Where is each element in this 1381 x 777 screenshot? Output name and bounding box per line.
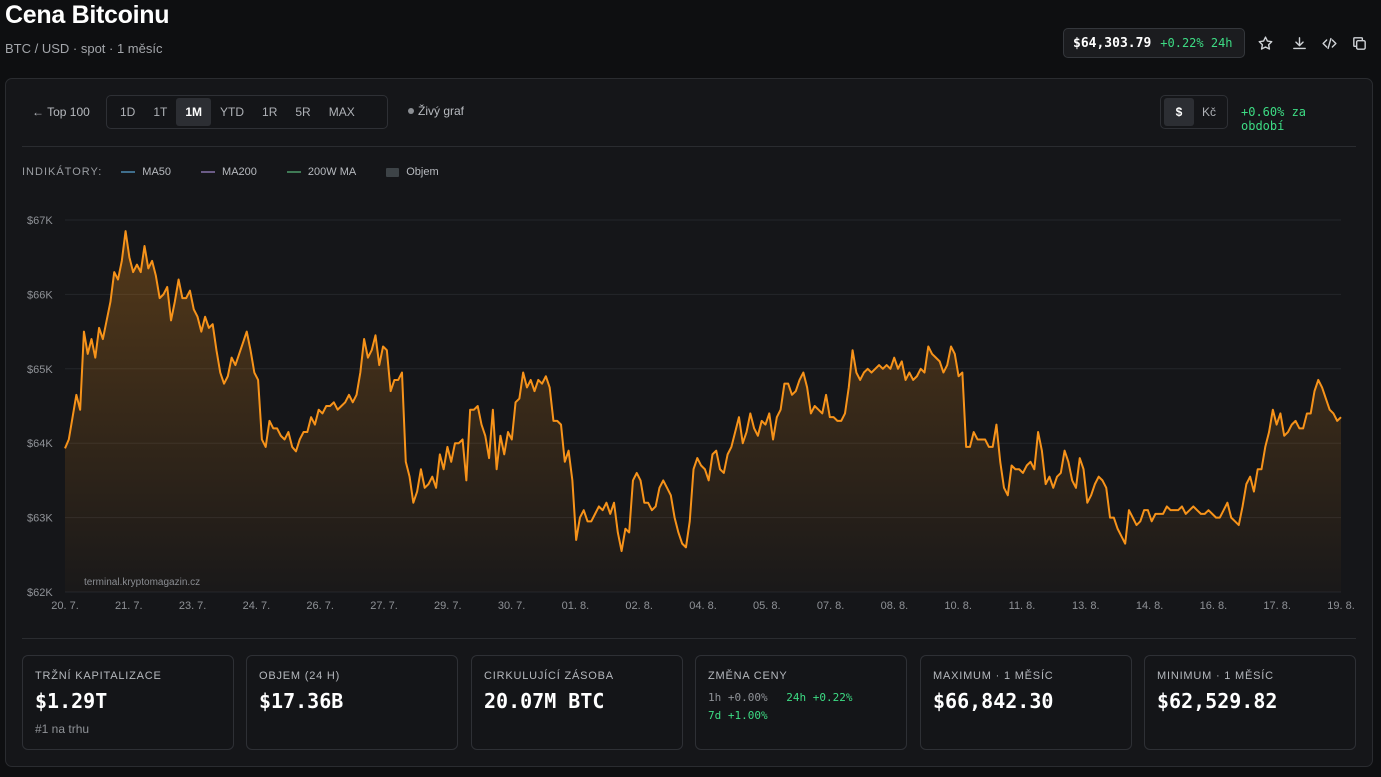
stat-max-1m: MAXIMUM · 1 MĚSÍC $66,842.30 bbox=[920, 655, 1132, 750]
x-tick-label: 21. 7. bbox=[115, 600, 143, 612]
change-24h-label: 24h bbox=[786, 691, 807, 704]
x-tick-label: 14. 8. bbox=[1136, 600, 1164, 612]
change-7d-label: 7d bbox=[708, 709, 722, 722]
x-tick-label: 02. 8. bbox=[625, 600, 653, 612]
x-tick-label: 07. 8. bbox=[817, 600, 845, 612]
price-ticker: $64,303.79 +0.22% 24h bbox=[1063, 28, 1245, 58]
code-embed-icon[interactable] bbox=[1319, 33, 1339, 53]
stat-rank: #1 na trhu bbox=[35, 722, 90, 736]
x-tick-label: 08. 8. bbox=[881, 600, 909, 612]
stat-label: TRŽNÍ KAPITALIZACE bbox=[35, 670, 162, 682]
x-tick-label: 04. 8. bbox=[689, 600, 717, 612]
stat-price-change: ZMĚNA CENY 1h +0.00% 24h +0.22% 7d +1.00… bbox=[695, 655, 907, 750]
price-change-row: 7d +1.00% bbox=[708, 709, 780, 722]
x-tick-label: 17. 8. bbox=[1263, 600, 1291, 612]
chart-panel: ← Top 100 1D 1T 1M YTD 1R 5R MAX Živý gr… bbox=[5, 78, 1373, 767]
y-tick-label: $66K bbox=[27, 289, 53, 301]
stat-min-1m: MINIMUM · 1 MĚSÍC $62,529.82 bbox=[1144, 655, 1356, 750]
stat-volume-24h: OBJEM (24 H) $17.36B bbox=[246, 655, 458, 750]
stat-market-cap: TRŽNÍ KAPITALIZACE $1.29T #1 na trhu bbox=[22, 655, 234, 750]
x-tick-label: 01. 8. bbox=[562, 600, 590, 612]
x-tick-label: 16. 8. bbox=[1200, 600, 1228, 612]
x-tick-label: 20. 7. bbox=[51, 600, 79, 612]
x-tick-label: 30. 7. bbox=[498, 600, 526, 612]
x-tick-label: 13. 8. bbox=[1072, 600, 1100, 612]
page-title: Cena Bitcoinu bbox=[5, 1, 170, 29]
y-tick-label: $65K bbox=[27, 364, 53, 376]
x-tick-label: 27. 7. bbox=[370, 600, 398, 612]
star-icon[interactable] bbox=[1255, 33, 1275, 53]
page-subtitle: BTC / USD · spot · 1 měsíc bbox=[5, 41, 163, 56]
x-tick-label: 23. 7. bbox=[179, 600, 207, 612]
change-24h-value: +0.22% bbox=[812, 691, 853, 704]
change-1h-label: 1h bbox=[708, 691, 722, 704]
x-tick-label: 10. 8. bbox=[944, 600, 972, 612]
stat-label: CIRKULUJÍCÍ ZÁSOBA bbox=[484, 670, 614, 682]
x-tick-label: 11. 8. bbox=[1009, 600, 1036, 612]
stat-circulating-supply: CIRKULUJÍCÍ ZÁSOBA 20.07M BTC bbox=[471, 655, 683, 750]
change-1h-value: +0.00% bbox=[727, 691, 768, 704]
stat-value: $62,529.82 bbox=[1157, 689, 1278, 713]
stat-value: $1.29T bbox=[35, 689, 108, 713]
x-tick-label: 19. 8. bbox=[1327, 600, 1355, 612]
stat-label: ZMĚNA CENY bbox=[708, 670, 788, 682]
stat-label: MINIMUM · 1 MĚSÍC bbox=[1157, 670, 1274, 682]
x-tick-label: 29. 7. bbox=[434, 600, 462, 612]
change-7d-value: +1.00% bbox=[727, 709, 768, 722]
price-chart[interactable]: $62K $63K $64K $65K $66K $67K 20. 7. 21. 7. 23. … bbox=[6, 79, 1372, 624]
current-price: $64,303.79 bbox=[1073, 35, 1152, 51]
y-tick-label: $67K bbox=[27, 215, 53, 227]
stat-value: $17.36B bbox=[259, 689, 344, 713]
x-tick-label: 05. 8. bbox=[753, 600, 781, 612]
stats-row: TRŽNÍ KAPITALIZACE $1.29T #1 na trhu OBJ… bbox=[22, 655, 1356, 751]
watermark: terminal.kryptomagazin.cz bbox=[84, 577, 201, 588]
price-change-row: 1h +0.00% 24h +0.22% bbox=[708, 691, 865, 704]
y-tick-label: $62K bbox=[27, 587, 53, 599]
x-tick-label: 24. 7. bbox=[243, 600, 271, 612]
stat-value: 20.07M BTC bbox=[484, 689, 605, 713]
copy-icon[interactable] bbox=[1349, 33, 1369, 53]
price-area-fill bbox=[65, 231, 1341, 592]
page-header: Cena Bitcoinu BTC / USD · spot · 1 měsíc… bbox=[0, 0, 1381, 75]
stat-label: MAXIMUM · 1 MĚSÍC bbox=[933, 670, 1054, 682]
x-tick-label: 26. 7. bbox=[306, 600, 334, 612]
stat-value: $66,842.30 bbox=[933, 689, 1054, 713]
y-tick-label: $63K bbox=[27, 513, 53, 525]
y-tick-label: $64K bbox=[27, 438, 53, 450]
download-icon[interactable] bbox=[1289, 33, 1309, 53]
divider bbox=[22, 638, 1356, 639]
price-change-24h: +0.22% 24h bbox=[1160, 36, 1233, 50]
stat-label: OBJEM (24 H) bbox=[259, 670, 341, 682]
